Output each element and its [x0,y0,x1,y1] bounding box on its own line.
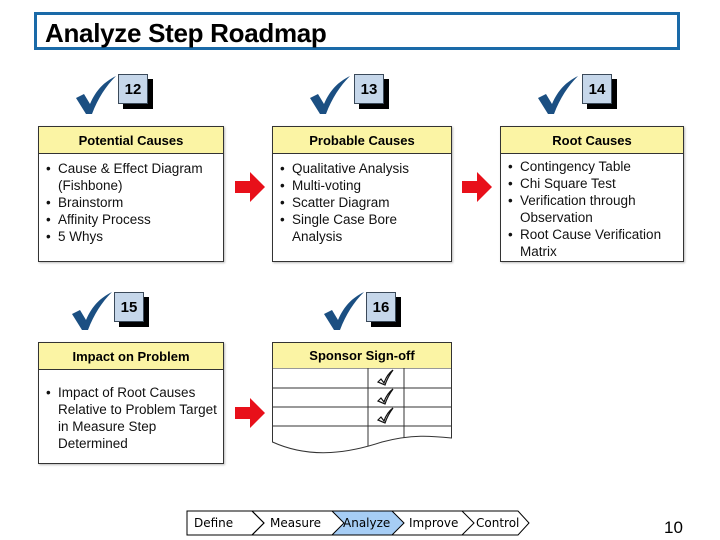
card-potential-causes: Potential Causes Cause & Effect Diagram … [38,126,224,262]
card-impact-on-problem: Impact on Problem Impact of Root Causes … [38,342,224,464]
list-item: Qualitative Analysis [279,160,445,177]
card-heading: Potential Causes [39,127,223,154]
right-arrow-icon [235,398,265,428]
checkmark-icon [310,76,350,114]
phase-define: Define [194,516,234,530]
list-item: Brainstorm [45,194,217,211]
step-number: 14 [582,74,612,104]
dmaic-phase-bar: Define Measure Analyze Improve Control [186,510,530,536]
list-item: Impact of Root Causes Relative to Proble… [45,384,217,452]
step-number: 16 [366,292,396,322]
step-number: 15 [114,292,144,322]
phase-measure: Measure [270,516,321,530]
list-item: Scatter Diagram [279,194,445,211]
card-root-causes: Root Causes Contingency Table Chi Square… [500,126,684,262]
right-arrow-icon [462,172,492,202]
right-arrow-icon [235,172,265,202]
checkmark-icon [538,76,578,114]
checkmark-icon [76,76,116,114]
page-title: Analyze Step Roadmap [45,18,327,48]
list-item: 5 Whys [45,228,217,245]
page-number: 10 [664,518,683,537]
phase-control: Control [476,516,520,530]
title-box: Analyze Step Roadmap [34,12,680,50]
card-heading: Root Causes [501,127,683,154]
phase-analyze: Analyze [343,516,391,530]
list-item: Chi Square Test [507,175,677,192]
list-item: Single Case Bore Analysis [279,211,445,245]
phase-improve: Improve [409,516,459,530]
card-heading: Sponsor Sign-off [309,348,415,363]
checkmark-icon [324,292,364,330]
card-heading: Probable Causes [273,127,451,154]
checkmark-icon [72,292,112,330]
card-heading: Impact on Problem [39,343,223,370]
list-item: Multi-voting [279,177,445,194]
card-probable-causes: Probable Causes Qualitative Analysis Mul… [272,126,452,262]
list-item: Affinity Process [45,211,217,228]
list-item: Cause & Effect Diagram (Fishbone) [45,160,217,194]
list-item: Contingency Table [507,158,677,175]
list-item: Verification through Observation [507,192,677,226]
list-item: Root Cause Verification Matrix [507,226,677,260]
step-number: 12 [118,74,148,104]
step-number: 13 [354,74,384,104]
